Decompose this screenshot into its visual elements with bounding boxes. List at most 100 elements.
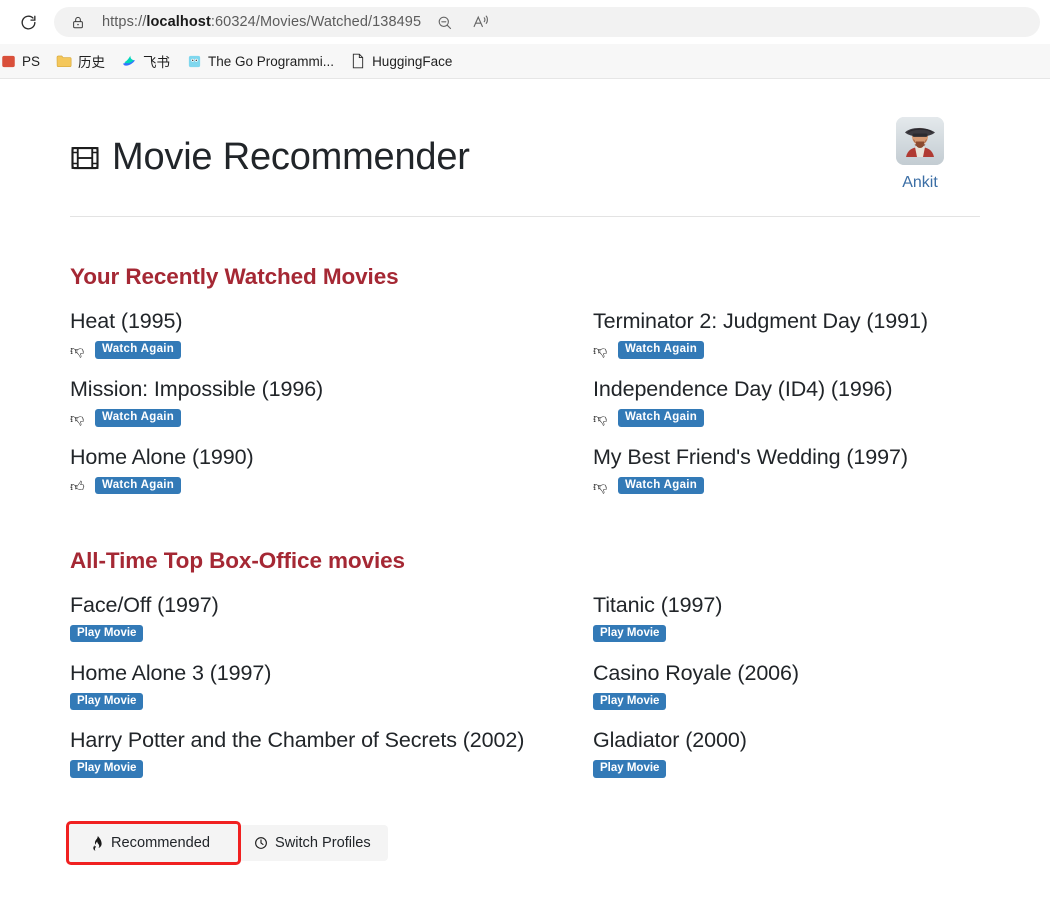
- thumbs-down-icon[interactable]: 👎︎: [593, 479, 610, 493]
- movie-title: Independence Day (ID4) (1996): [593, 376, 893, 401]
- play-movie-button[interactable]: Play Movie: [70, 760, 144, 779]
- movie-item: Independence Day (ID4) (1996) 👎︎ Watch A…: [593, 376, 980, 427]
- page-title: Movie Recommender: [70, 113, 470, 181]
- movie-actions: 👎︎ Watch Again: [70, 341, 593, 359]
- page-title-text: Movie Recommender: [112, 136, 470, 178]
- profile-name: Ankit: [902, 174, 938, 191]
- reload-icon: [19, 13, 38, 32]
- content-container: Movie Recommender Ankit Your Recently Wa…: [66, 79, 980, 866]
- movie-actions: 👎︎ Watch Again: [593, 476, 980, 495]
- recommended-button-label: Recommended: [111, 835, 210, 852]
- feishu-icon: [121, 53, 137, 69]
- bookmark-label: 飞书: [143, 55, 171, 70]
- thumbs-up-icon[interactable]: 👍︎: [70, 479, 87, 493]
- play-movie-button[interactable]: Play Movie: [593, 760, 667, 779]
- movie-item: Terminator 2: Judgment Day (1991) 👎︎ Wat…: [593, 308, 980, 359]
- play-movie-button[interactable]: Play Movie: [593, 624, 667, 643]
- movie-actions: Play Movie: [593, 692, 980, 711]
- page-icon: [350, 53, 366, 69]
- movie-title: Home Alone 3 (1997): [70, 660, 272, 685]
- movie-title: Face/Off (1997): [70, 592, 219, 617]
- movie-item: Face/Off (1997) Play Movie: [70, 592, 593, 643]
- movie-actions: 👎︎ Watch Again: [70, 408, 593, 427]
- movie-item: Mission: Impossible (1996) 👎︎ Watch Agai…: [70, 376, 593, 427]
- bookmark-label: PS: [22, 53, 41, 69]
- play-movie-button[interactable]: Play Movie: [593, 692, 667, 711]
- read-aloud-button[interactable]: [465, 7, 495, 37]
- browser-chrome: https://localhost:60324/Movies/Watched/1…: [0, 0, 1050, 79]
- switch-profiles-button-label: Switch Profiles: [274, 835, 371, 852]
- reload-button[interactable]: [14, 8, 42, 36]
- bookmark-feishu[interactable]: 飞书: [113, 48, 178, 74]
- watch-again-button[interactable]: Watch Again: [618, 408, 705, 427]
- watch-again-button[interactable]: Watch Again: [618, 341, 705, 359]
- bookmark-label: 历史: [78, 55, 106, 70]
- bookmark-go-programming[interactable]: The Go Programmi...: [178, 50, 342, 72]
- bookmark-label: HuggingFace: [372, 53, 453, 69]
- fire-icon: [91, 835, 104, 851]
- header-divider: [70, 216, 980, 217]
- watch-again-button[interactable]: Watch Again: [95, 341, 182, 359]
- bookmark-huggingface[interactable]: HuggingFace: [342, 50, 460, 72]
- movie-title: Titanic (1997): [593, 592, 723, 617]
- thumbs-down-icon[interactable]: 👎︎: [70, 343, 87, 357]
- thumbs-down-icon[interactable]: 👎︎: [70, 411, 87, 425]
- bookmark-label: The Go Programmi...: [208, 53, 335, 69]
- movie-title: Terminator 2: Judgment Day (1991): [593, 309, 928, 333]
- movie-actions: Play Movie: [70, 624, 593, 643]
- watch-again-button[interactable]: Watch Again: [95, 408, 182, 427]
- bookmark-wps[interactable]: PS: [0, 50, 48, 72]
- movie-actions: 👎︎ Watch Again: [593, 341, 980, 359]
- film-strip-icon: [70, 143, 100, 173]
- movie-item: Casino Royale (2006) Play Movie: [593, 660, 980, 711]
- zoom-out-button[interactable]: [429, 7, 459, 37]
- movie-item: My Best Friend's Wedding (1997) 👎︎ Watch…: [593, 444, 980, 495]
- thumbs-down-icon[interactable]: 👎︎: [593, 411, 610, 425]
- movie-title: Harry Potter and the Chamber of Secrets …: [70, 728, 525, 753]
- movie-item: Gladiator (2000) Play Movie: [593, 727, 980, 779]
- movie-title: Gladiator (2000): [593, 728, 747, 753]
- movie-actions: Play Movie: [70, 692, 593, 711]
- box-office-grid: Face/Off (1997) Play Movie Titanic (1997…: [70, 592, 980, 796]
- read-aloud-icon: [471, 13, 490, 31]
- zoom-out-icon: [436, 14, 453, 31]
- section-title-recently-watched: Your Recently Watched Movies: [70, 264, 399, 289]
- switch-profiles-button[interactable]: Switch Profiles: [237, 825, 388, 861]
- folder-icon: [56, 53, 72, 69]
- movie-actions: 👍︎ Watch Again: [70, 476, 593, 495]
- play-movie-button[interactable]: Play Movie: [70, 624, 144, 643]
- avatar[interactable]: [896, 117, 944, 165]
- browser-toolbar: https://localhost:60324/Movies/Watched/1…: [0, 0, 1050, 44]
- bookmarks-bar: PS 历史 飞书 The Go Programmi... HuggingFace: [0, 44, 1050, 79]
- watch-again-button[interactable]: Watch Again: [95, 476, 182, 495]
- section-title-box-office: All-Time Top Box-Office movies: [70, 547, 405, 573]
- movie-title: Casino Royale (2006): [593, 660, 799, 685]
- movie-actions: Play Movie: [593, 624, 980, 643]
- gopher-icon: [186, 53, 202, 69]
- movie-item: Home Alone 3 (1997) Play Movie: [70, 660, 593, 711]
- movie-actions: Play Movie: [593, 760, 980, 779]
- wps-icon: [0, 53, 16, 69]
- recommended-button[interactable]: Recommended: [66, 821, 241, 866]
- movie-actions: 👎︎ Watch Again: [593, 408, 980, 427]
- watch-again-button[interactable]: Watch Again: [618, 476, 705, 495]
- address-bar[interactable]: https://localhost:60324/Movies/Watched/1…: [54, 7, 1040, 37]
- recently-watched-grid: Heat (1995) 👎︎ Watch Again Terminator 2:…: [70, 308, 980, 512]
- bookmark-history-folder[interactable]: 历史: [48, 48, 113, 74]
- movie-title: Heat (1995): [70, 309, 183, 333]
- action-button-group: Recommended Switch Profiles: [66, 821, 388, 866]
- movie-title: Home Alone (1990): [70, 444, 254, 469]
- movie-item: Heat (1995) 👎︎ Watch Again: [70, 308, 593, 359]
- page-body: Movie Recommender Ankit Your Recently Wa…: [0, 79, 1050, 921]
- play-movie-button[interactable]: Play Movie: [70, 692, 144, 711]
- thumbs-down-icon[interactable]: 👎︎: [593, 343, 610, 357]
- user-profile[interactable]: Ankit: [860, 113, 980, 192]
- movie-item: Harry Potter and the Chamber of Secrets …: [70, 727, 593, 779]
- omnibox-actions: [429, 7, 495, 37]
- url-text: https://localhost:60324/Movies/Watched/1…: [102, 14, 422, 30]
- movie-title: My Best Friend's Wedding (1997): [593, 444, 908, 469]
- app-header: Movie Recommender Ankit: [70, 113, 980, 192]
- clock-icon: [254, 836, 268, 850]
- movie-item: Titanic (1997) Play Movie: [593, 592, 980, 643]
- lock-icon: [68, 12, 88, 32]
